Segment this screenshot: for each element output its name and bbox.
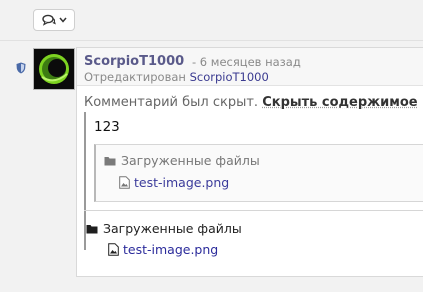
hidden-text: Комментарий был скрыт. [84,95,259,110]
hidden-notice: Комментарий был скрыт. Скрыть содержимое [84,95,418,110]
toggle-content-link[interactable]: Скрыть содержимое [262,95,417,110]
comment: ScorpioT1000 - 6 месяцев назад Отредакти… [76,47,423,277]
comment-actions-button[interactable] [33,9,75,31]
editor-link[interactable]: ScorpioT1000 [190,70,269,84]
folder-icon [104,156,116,165]
avatar-image [34,49,74,89]
edited-label: Отредактирован [84,70,186,84]
shield-icon [16,62,26,74]
attachments-title: Загруженные файлы [104,153,260,168]
attachments-title: Загруженные файлы [86,221,242,236]
image-file-icon [108,243,119,256]
edited-info: Отредактирован ScorpioT1000 [84,70,269,84]
attachment-link[interactable]: test-image.png [108,242,218,257]
folder-icon [86,224,98,233]
attachments: Загруженные файлы test-image.png [84,210,423,265]
inner-attachments: Загруженные файлы test-image.png [94,144,423,202]
avatar[interactable] [33,48,75,90]
comment-time: - 6 месяцев назад [192,55,301,69]
image-file-icon [119,176,130,189]
attachment-link[interactable]: test-image.png [119,175,229,190]
divider [0,40,423,41]
author-link[interactable]: ScorpioT1000 [84,54,184,69]
comments-icon [41,14,56,26]
comment-text: 123 [94,119,120,135]
comment-header: ScorpioT1000 - 6 месяцев назад Отредакти… [77,48,423,86]
chevron-down-icon [58,17,67,23]
